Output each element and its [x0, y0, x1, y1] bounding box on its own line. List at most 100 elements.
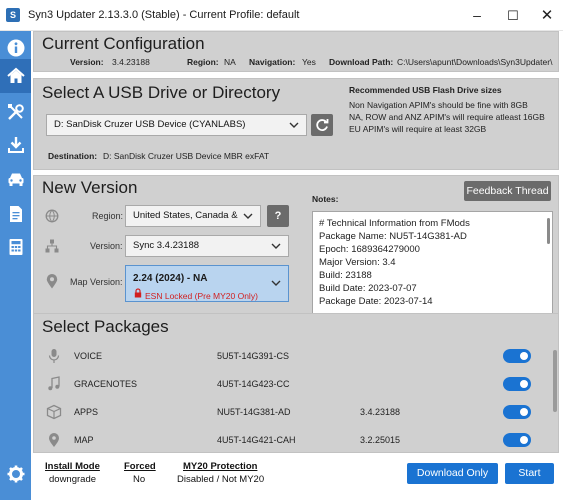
- nav-car[interactable]: [0, 162, 31, 196]
- location-pin-icon: [46, 274, 58, 289]
- package-version: 3.4.23188: [360, 407, 401, 417]
- package-row: MAP 4U5T-14G421-CAH 3.2.25015: [34, 426, 546, 454]
- maximize-button[interactable]: ☐: [495, 0, 531, 31]
- download-path-value: C:\Users\apunt\Downloads\Syn3Updater\: [397, 57, 553, 67]
- info-icon: [7, 39, 24, 57]
- usb-drive-select[interactable]: D: SanDisk Cruzer USB Device (CYANLABS): [46, 114, 307, 136]
- nav-settings[interactable]: [0, 457, 31, 491]
- map-pin-icon: [49, 433, 59, 447]
- nav-tools[interactable]: [0, 95, 31, 129]
- refresh-drives-button[interactable]: [311, 114, 333, 136]
- package-part-number: 5U5T-14G391-CS: [217, 351, 290, 361]
- region-value: NA: [224, 57, 236, 67]
- notes-line: Package Date: 2023-07-14: [319, 296, 433, 307]
- download-path-label: Download Path:: [329, 57, 394, 67]
- refresh-icon: [316, 119, 329, 131]
- nav-calculator[interactable]: [0, 230, 31, 264]
- package-name: MAP: [74, 435, 94, 445]
- notes-scrollbar[interactable]: [547, 218, 550, 244]
- lock-icon: [134, 288, 142, 298]
- region-select-label: Region:: [92, 211, 124, 221]
- package-part-number: 4U5T-14G423-CC: [217, 379, 290, 389]
- package-toggle-apps[interactable]: [503, 405, 531, 419]
- usb-heading: Select A USB Drive or Directory: [42, 83, 281, 102]
- recommend-line: EU APIM's will require at least 32GB: [349, 124, 487, 134]
- start-button[interactable]: Start: [505, 463, 554, 484]
- notes-line: Package Name: NU5T-14G381-AD: [319, 231, 467, 242]
- navigation-label: Navigation:: [249, 57, 296, 67]
- package-row: GRACENOTES 4U5T-14G423-CC: [34, 370, 546, 398]
- esn-warning: ESN Locked (Pre MY20 Only): [145, 291, 258, 301]
- version-select[interactable]: Sync 3.4.23188: [125, 235, 289, 257]
- chevron-down-icon: [243, 213, 253, 219]
- notes-textbox[interactable]: # Technical Information from FMods Packa…: [312, 211, 553, 314]
- packages-section: Select Packages VOICE 5U5T-14G391-CS GRA…: [33, 313, 559, 453]
- map-version-select[interactable]: 2.24 (2024) - NA ESN Locked (Pre MY20 On…: [125, 265, 289, 302]
- music-note-icon: [48, 376, 60, 391]
- region-label: Region:: [187, 57, 219, 67]
- nav-downloads[interactable]: [0, 128, 31, 162]
- version-label: Version:: [70, 57, 104, 67]
- nav-home[interactable]: [0, 59, 31, 93]
- chevron-down-icon: [289, 122, 299, 128]
- gear-icon: [7, 465, 24, 483]
- notes-line: Build Date: 2023-07-07: [319, 283, 417, 294]
- box-icon: [46, 404, 62, 420]
- destination-value: D: SanDisk Cruzer USB Device MBR exFAT: [103, 151, 270, 161]
- window-title: Syn3 Updater 2.13.3.0 (Stable) - Current…: [28, 9, 300, 21]
- recommend-line: Non Navigation APIM's should be fine wit…: [349, 100, 528, 110]
- app-logo-icon: S: [6, 8, 20, 22]
- region-select[interactable]: United States, Canada &: [125, 205, 261, 227]
- my20-protection-value: Disabled / Not MY20: [177, 474, 265, 485]
- version-select-label: Version:: [90, 241, 123, 251]
- package-version: 3.2.25015: [360, 435, 401, 445]
- hierarchy-icon: [45, 239, 59, 253]
- current-config-panel: Current Configuration Version: 3.4.23188…: [33, 31, 559, 72]
- destination-label: Destination:: [48, 151, 98, 161]
- package-toggle-gracenotes[interactable]: [503, 377, 531, 391]
- region-help-button[interactable]: ?: [267, 205, 289, 227]
- my20-protection-label: MY20 Protection: [183, 461, 258, 472]
- package-part-number: NU5T-14G381-AD: [217, 407, 291, 417]
- install-mode-value: downgrade: [49, 474, 97, 485]
- footer-bar: Install Mode downgrade Forced No MY20 Pr…: [31, 457, 563, 500]
- nav-documents[interactable]: [0, 197, 31, 231]
- package-name: VOICE: [74, 351, 103, 361]
- packages-panel: Select Packages VOICE 5U5T-14G391-CS GRA…: [33, 313, 559, 453]
- microphone-icon: [48, 349, 60, 363]
- packages-scrollbar[interactable]: [553, 350, 557, 412]
- notes-line: Epoch: 1689364279000: [319, 244, 420, 255]
- region-select-value: United States, Canada &: [133, 210, 238, 221]
- package-name: APPS: [74, 407, 99, 417]
- feedback-thread-button[interactable]: Feedback Thread: [464, 181, 551, 201]
- usb-drive-value: D: SanDisk Cruzer USB Device (CYANLABS): [54, 119, 246, 130]
- minimize-button[interactable]: –: [459, 0, 495, 31]
- car-icon: [8, 173, 23, 186]
- close-window-button[interactable]: ✕: [529, 0, 563, 31]
- app-window: S Syn3 Updater 2.13.3.0 (Stable) - Curre…: [0, 0, 563, 500]
- calculator-icon: [9, 239, 22, 255]
- package-toggle-voice[interactable]: [503, 349, 531, 363]
- download-only-button[interactable]: Download Only: [407, 463, 498, 484]
- version-select-value: Sync 3.4.23188: [133, 240, 200, 251]
- globe-icon: [45, 209, 59, 223]
- sidebar: [0, 31, 31, 500]
- forced-value: No: [133, 474, 146, 485]
- new-version-heading: New Version: [42, 178, 138, 197]
- current-config-heading: Current Configuration: [42, 34, 205, 53]
- forced-label: Forced: [124, 461, 156, 472]
- navigation-value: Yes: [302, 57, 316, 67]
- usb-panel: Select A USB Drive or Directory D: SanDi…: [33, 78, 559, 170]
- title-bar: S Syn3 Updater 2.13.3.0 (Stable) - Curre…: [0, 0, 563, 31]
- install-mode-label: Install Mode: [45, 461, 100, 472]
- package-toggle-map[interactable]: [503, 433, 531, 447]
- package-row: VOICE 5U5T-14G391-CS: [34, 342, 546, 370]
- chevron-down-icon: [271, 280, 281, 286]
- map-select-label: Map Version:: [70, 277, 123, 287]
- package-row: APPS NU5T-14G381-AD 3.4.23188: [34, 398, 546, 426]
- packages-heading: Select Packages: [42, 317, 169, 336]
- home-icon: [6, 67, 25, 83]
- notes-label: Notes:: [312, 194, 339, 204]
- notes-line: Build: 23188: [319, 270, 372, 281]
- notes-line: # Technical Information from FMods: [319, 218, 470, 229]
